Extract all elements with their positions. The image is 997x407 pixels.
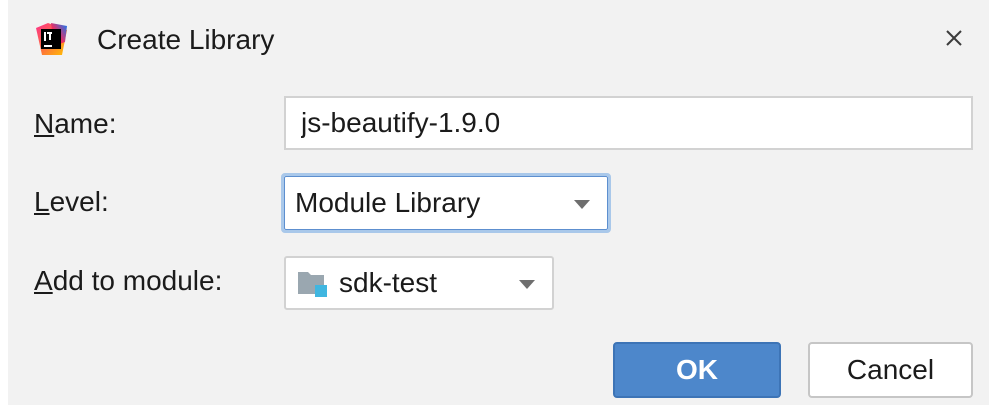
chevron-down-icon <box>519 280 535 289</box>
library-name-input[interactable] <box>284 96 973 150</box>
level-label-mnemonic: L <box>34 186 50 217</box>
level-label-text: evel: <box>49 186 109 217</box>
module-label: Add to module: <box>34 263 222 299</box>
close-icon <box>946 30 962 46</box>
module-label-text: dd to module: <box>52 265 223 296</box>
dialog-title: Create Library <box>97 24 275 55</box>
level-dropdown-value: Module Library <box>295 187 481 218</box>
intellij-idea-icon <box>36 23 67 55</box>
title-bar: Create Library <box>8 0 989 80</box>
level-label: Level: <box>34 184 109 220</box>
level-dropdown[interactable]: Module Library <box>281 173 611 233</box>
name-label-mnemonic: N <box>34 108 55 139</box>
module-label-mnemonic: A <box>34 265 53 296</box>
name-label-text: ame: <box>54 108 117 139</box>
cancel-button[interactable]: Cancel <box>808 342 973 398</box>
name-label: Name: <box>34 106 116 142</box>
close-button[interactable] <box>936 20 972 56</box>
chevron-down-icon <box>574 200 590 209</box>
create-library-dialog: Create Library Name: Level: Module Libra… <box>8 0 989 405</box>
module-dropdown-value: sdk-test <box>339 267 438 298</box>
module-folder-icon <box>298 272 327 297</box>
module-dropdown[interactable]: sdk-test <box>284 256 554 310</box>
ok-button[interactable]: OK <box>613 342 781 398</box>
